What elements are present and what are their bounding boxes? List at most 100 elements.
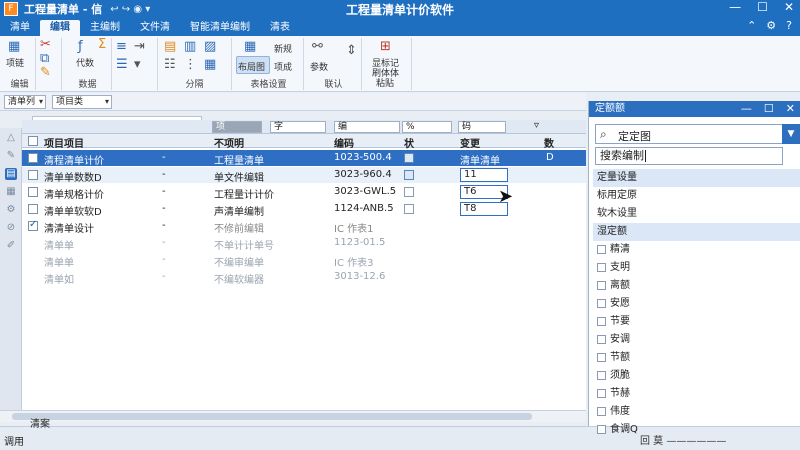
quota-search-input[interactable]: 搜索编制 [595, 147, 783, 165]
link-icon[interactable]: ⚯ [312, 40, 323, 54]
table-icon[interactable]: ▥ [184, 40, 196, 54]
row-status-checkbox[interactable] [404, 187, 414, 197]
tab-4[interactable]: 智能清单编制 [180, 20, 260, 36]
project-type-combo[interactable]: 项目类 ▾ [52, 95, 112, 109]
column-header-change[interactable]: 变更 [460, 135, 480, 150]
pin-icon[interactable]: ⊘ [5, 222, 17, 234]
grid-view-icon[interactable]: ▦ [5, 186, 17, 198]
panel-minimize-icon[interactable]: — [741, 101, 752, 117]
list-item[interactable]: 湿定额 [593, 223, 800, 241]
sum-icon[interactable]: Σ [98, 38, 106, 52]
row-checkbox[interactable] [28, 219, 38, 231]
list-item[interactable]: 伟度 [593, 403, 800, 421]
mark-icon[interactable]: ⊞ [380, 40, 391, 54]
horizontal-scrollbar[interactable] [0, 410, 586, 422]
list-item[interactable]: 软木设里 [593, 205, 800, 223]
settings-gear-icon[interactable]: ⚙ [5, 204, 17, 216]
row-checkbox[interactable] [28, 187, 38, 197]
filter-field-4[interactable]: % [402, 121, 452, 133]
pencil-icon[interactable]: ✐ [5, 240, 17, 252]
item-checkbox[interactable] [597, 262, 606, 272]
collapse-icon[interactable]: △ [5, 132, 17, 144]
indent-icon[interactable]: ⇥ [134, 40, 145, 54]
item-checkbox[interactable] [597, 370, 606, 380]
edit-icon[interactable]: ✎ [5, 150, 17, 162]
tab-5[interactable]: 清表 [260, 20, 300, 36]
column-header-code[interactable]: 编码 [334, 135, 354, 150]
align-icon[interactable]: ≡ [116, 40, 127, 54]
layout-icon[interactable]: ▦ [204, 58, 216, 72]
filter-field-2[interactable]: 字 [270, 121, 326, 133]
column-header-name[interactable]: 项目项目 [44, 135, 84, 150]
list-item[interactable]: 节额 [593, 349, 800, 367]
help-icon[interactable]: ? [786, 19, 792, 32]
item-checkbox[interactable] [597, 424, 606, 434]
minimize-icon[interactable]: — [729, 0, 741, 14]
param-label[interactable]: 参数 [310, 60, 328, 73]
dropdown-icon[interactable]: ▾ [134, 58, 141, 72]
item-checkbox[interactable] [597, 280, 606, 290]
list-item[interactable]: 节要 [593, 313, 800, 331]
row-status-checkbox[interactable] [404, 170, 414, 180]
scrollbar-thumb[interactable] [12, 413, 532, 420]
table-row[interactable]: 清单单 - 不单计计单号 1123-01.5 [22, 235, 586, 252]
list-view-icon[interactable]: ▤ [5, 168, 17, 180]
list-item[interactable]: 定量设量 [593, 169, 800, 187]
list-item[interactable]: 离额 [593, 277, 800, 295]
item-checkbox[interactable] [597, 298, 606, 308]
row-value-input[interactable]: 11 [460, 168, 508, 182]
item-checkbox[interactable] [597, 316, 606, 326]
list-item[interactable]: 安愿 [593, 295, 800, 313]
filter-field-3[interactable]: 编 [334, 121, 400, 133]
item-checkbox[interactable] [597, 406, 606, 416]
copy-icon[interactable]: ⧉ [40, 52, 49, 66]
tab-0[interactable]: 清单 [0, 20, 40, 36]
select-all-checkbox[interactable] [28, 136, 38, 146]
collapse-ribbon-icon[interactable]: ⌃ [747, 19, 756, 32]
chevron-down-icon[interactable]: ▼ [782, 124, 800, 144]
list-item[interactable]: 标用定原 [593, 187, 800, 205]
row-checkbox[interactable] [28, 204, 38, 214]
row-status-checkbox[interactable] [404, 153, 414, 163]
settings-icon[interactable]: ⚙ [766, 19, 776, 32]
format-brush-icon[interactable]: ✎ [40, 66, 51, 80]
list-icon[interactable]: ☷ [164, 58, 176, 72]
item-checkbox[interactable] [597, 334, 606, 344]
cut-icon[interactable]: ✂ [40, 38, 51, 52]
column-header-count[interactable]: 数 [544, 135, 554, 150]
column-header-desc[interactable]: 不项明 [214, 135, 244, 150]
maximize-icon[interactable]: ☐ [757, 0, 768, 14]
table-row[interactable]: 清单如 - 不编软编器 3013-12.6 [22, 269, 586, 286]
column-header-status[interactable]: 状 [404, 135, 414, 150]
close-icon[interactable]: ✕ [784, 0, 794, 14]
table-row[interactable]: 清单单数数D - 单文件编辑 3023-960.4 11 [22, 167, 586, 184]
item-label[interactable]: 项成 [274, 60, 292, 73]
item-checkbox[interactable] [597, 388, 606, 398]
table-row[interactable]: 清清单设计 - 不修前编辑 IC 作表1 [22, 218, 586, 235]
item-checkbox[interactable] [597, 352, 606, 362]
filter-icon[interactable]: ⋮ [184, 58, 197, 72]
item-checkbox[interactable] [597, 244, 606, 254]
tab-1[interactable]: 编辑 [40, 20, 80, 36]
list-combo[interactable]: 清单列 ▾ [4, 95, 46, 109]
scroll-icon[interactable]: ⇕ [346, 44, 357, 58]
filter-field-5[interactable]: 码 [458, 121, 506, 133]
list-item[interactable]: 精清 [593, 241, 800, 259]
quick-access-toolbar[interactable]: ↩ ↪ ◉ ▾ [110, 4, 150, 15]
new-label[interactable]: 新规 [274, 42, 292, 55]
table-row[interactable]: 清单单 - 不编审编单 IC 作表3 [22, 252, 586, 269]
panel-maximize-icon[interactable]: ☐ [764, 101, 774, 117]
filter-field-1[interactable]: 项 [212, 121, 262, 133]
panel-close-icon[interactable]: ✕ [786, 101, 795, 117]
tab-3[interactable]: 文件清 [130, 20, 180, 36]
row-checkbox[interactable] [28, 170, 38, 180]
list-item[interactable]: 须脆 [593, 367, 800, 385]
list-item[interactable]: 支明 [593, 259, 800, 277]
paste-icon[interactable]: ▦ [8, 40, 20, 54]
filter-icon[interactable]: ▿ [534, 120, 539, 131]
quota-combo[interactable]: ⌕ 定定图 ▼ [595, 124, 800, 144]
list-item[interactable]: 节赫 [593, 385, 800, 403]
chart-icon[interactable]: ▨ [204, 40, 216, 54]
row-checkbox[interactable] [28, 153, 38, 163]
grid-icon[interactable]: ▤ [164, 40, 176, 54]
